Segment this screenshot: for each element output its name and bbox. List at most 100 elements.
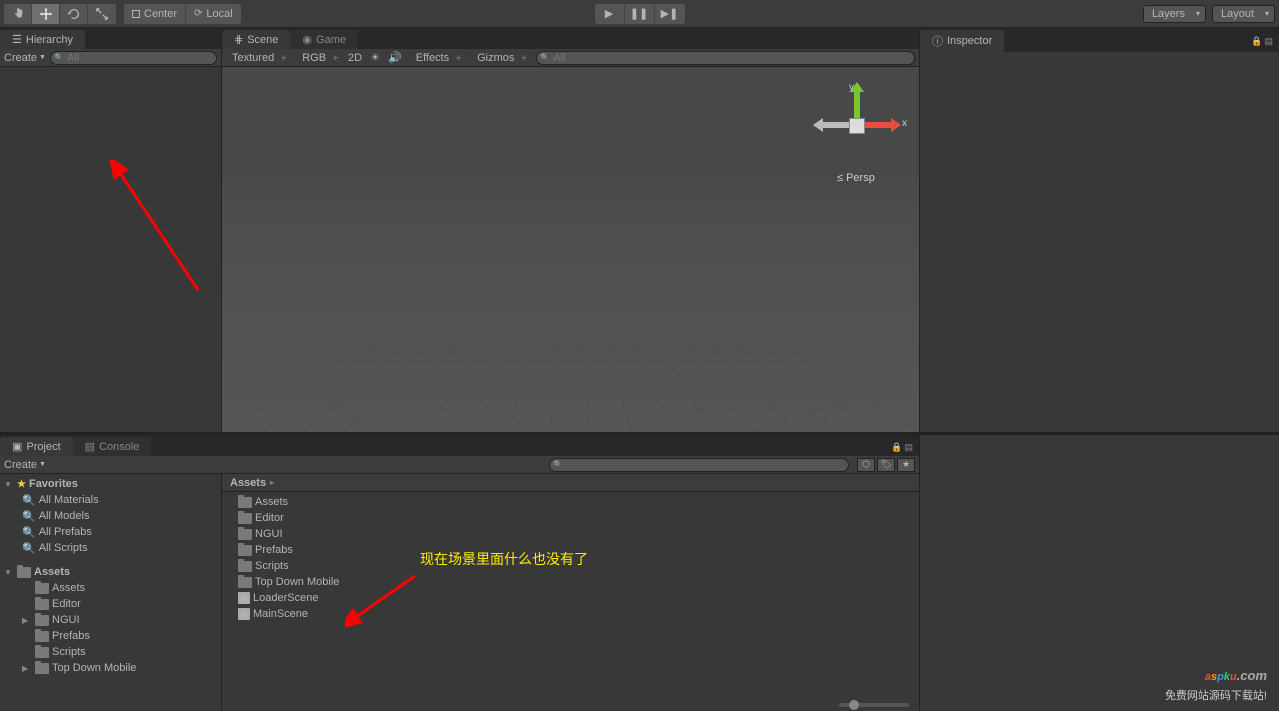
inspector-tab[interactable]: ⓘInspector — [920, 30, 1004, 52]
shading-mode[interactable]: Textured — [226, 51, 288, 65]
game-icon: ◉ — [302, 33, 312, 46]
zoom-slider[interactable] — [839, 703, 909, 707]
hierarchy-content[interactable] — [0, 67, 221, 432]
menu-icon[interactable]: ▤ — [904, 442, 913, 452]
console-tab[interactable]: ▤Console — [73, 437, 152, 456]
pause-button[interactable]: ❚❚ — [625, 4, 655, 24]
folder-item[interactable]: Prefabs — [222, 542, 919, 558]
project-panel: ▣Project ▤Console 🔒▤ Create ▼ ⬡ 🏷 ★ ▼★Fa… — [0, 435, 919, 711]
folder-item[interactable]: Prefabs — [0, 628, 221, 644]
search-icon: 🔍 — [22, 494, 36, 507]
favorites-header[interactable]: ▼★Favorites — [0, 476, 221, 492]
folder-icon — [238, 577, 252, 588]
audio-icon[interactable]: 🔊 — [388, 51, 402, 64]
project-tree[interactable]: ▼★Favorites 🔍All Materials🔍All Models🔍Al… — [0, 474, 222, 711]
scene-panel: ⋕Scene ◉Game Textured RGB 2D ☀ 🔊 Effects… — [222, 28, 919, 432]
folder-icon — [35, 631, 49, 642]
hierarchy-panel: ☰Hierarchy Create ▼ — [0, 28, 222, 432]
mode-2d[interactable]: 2D — [348, 52, 362, 64]
favorite-item[interactable]: 🔍All Prefabs — [0, 524, 221, 540]
folder-item[interactable]: ▶NGUI — [0, 612, 221, 628]
folder-item[interactable]: Assets — [222, 494, 919, 510]
pivot-controls: Center ⟳Local — [124, 4, 241, 24]
hierarchy-icon: ☰ — [12, 33, 22, 46]
folder-icon — [238, 561, 252, 572]
folder-item[interactable]: ▶Top Down Mobile — [0, 660, 221, 676]
star-icon[interactable]: ★ — [897, 458, 915, 472]
project-search[interactable] — [549, 458, 849, 472]
label-icon[interactable]: 🏷 — [877, 458, 895, 472]
project-icon: ▣ — [12, 440, 22, 453]
folder-item[interactable]: Editor — [222, 510, 919, 526]
folder-icon — [35, 615, 49, 626]
search-icon: 🔍 — [22, 526, 36, 539]
folder-item[interactable]: Scripts — [0, 644, 221, 660]
scene-tab[interactable]: ⋕Scene — [222, 30, 290, 49]
folder-icon — [35, 663, 49, 674]
play-button[interactable]: ▶ — [595, 4, 625, 24]
folder-icon — [35, 647, 49, 658]
asset-list[interactable]: AssetsEditorNGUIPrefabsScriptsTop Down M… — [222, 492, 919, 711]
pivot-local[interactable]: ⟳Local — [186, 4, 241, 24]
persp-label[interactable]: ≤ Persp — [837, 172, 875, 184]
favorite-item[interactable]: 🔍All Materials — [0, 492, 221, 508]
folder-icon — [17, 567, 31, 578]
folder-icon — [238, 497, 252, 508]
main-toolbar: Center ⟳Local ▶ ❚❚ ▶❚ Layers Layout — [0, 0, 1279, 28]
folder-item[interactable]: Assets — [0, 580, 221, 596]
lock-icon[interactable]: 🔒 — [1251, 36, 1262, 46]
scene-item[interactable]: ◈LoaderScene — [222, 590, 919, 606]
layers-dropdown[interactable]: Layers — [1143, 5, 1206, 23]
favorite-item[interactable]: 🔍All Scripts — [0, 540, 221, 556]
info-icon: ⓘ — [932, 33, 943, 49]
watermark: aspku.com 免费网站源码下载站! — [1165, 655, 1267, 703]
folder-icon — [35, 599, 49, 610]
scene-item[interactable]: ◈MainScene — [222, 606, 919, 622]
render-mode[interactable]: RGB — [296, 51, 340, 65]
move-tool[interactable] — [32, 4, 60, 24]
unity-scene-icon: ◈ — [238, 608, 250, 620]
scene-icon: ⋕ — [234, 33, 243, 46]
scene-viewport[interactable]: y x ≤ Persp — [222, 67, 919, 432]
scale-tool[interactable] — [88, 4, 116, 24]
light-icon[interactable]: ☀ — [370, 51, 380, 64]
unity-scene-icon: ◈ — [238, 592, 250, 604]
gizmos-dropdown[interactable]: Gizmos — [471, 51, 528, 65]
pivot-center[interactable]: Center — [124, 4, 186, 24]
project-tab[interactable]: ▣Project — [0, 437, 73, 456]
game-tab[interactable]: ◉Game — [290, 30, 358, 49]
axis-x-label: x — [902, 118, 907, 129]
menu-icon[interactable]: ▤ — [1264, 36, 1273, 46]
folder-icon — [238, 545, 252, 556]
play-controls: ▶ ❚❚ ▶❚ — [595, 4, 685, 24]
folder-item[interactable]: Editor — [0, 596, 221, 612]
inspector-panel: ⓘInspector 🔒▤ — [919, 28, 1279, 432]
hierarchy-create[interactable]: Create ▼ — [4, 52, 46, 64]
folder-icon — [238, 513, 252, 524]
project-create[interactable]: Create ▼ — [4, 459, 46, 471]
folder-icon — [35, 583, 49, 594]
search-icon: 🔍 — [22, 510, 36, 523]
search-icon: 🔍 — [22, 542, 36, 555]
folder-icon — [238, 529, 252, 540]
transform-tools — [4, 4, 116, 24]
hierarchy-search[interactable] — [50, 51, 217, 65]
scene-search[interactable] — [536, 51, 915, 65]
hierarchy-tab[interactable]: ☰Hierarchy — [0, 30, 85, 49]
folder-item[interactable]: Scripts — [222, 558, 919, 574]
favorite-item[interactable]: 🔍All Models — [0, 508, 221, 524]
lock-icon[interactable]: 🔒 — [891, 442, 902, 452]
filter-icon[interactable]: ⬡ — [857, 458, 875, 472]
folder-item[interactable]: NGUI — [222, 526, 919, 542]
hand-tool[interactable] — [4, 4, 32, 24]
console-icon: ▤ — [85, 440, 95, 453]
orientation-gizmo[interactable]: y x ≤ Persp — [819, 82, 899, 192]
breadcrumb[interactable]: Assets▸ — [222, 474, 919, 492]
folder-item[interactable]: Top Down Mobile — [222, 574, 919, 590]
effects-dropdown[interactable]: Effects — [410, 51, 463, 65]
toolbar-right: Layers Layout — [1143, 5, 1275, 23]
step-button[interactable]: ▶❚ — [655, 4, 685, 24]
rotate-tool[interactable] — [60, 4, 88, 24]
layout-dropdown[interactable]: Layout — [1212, 5, 1275, 23]
assets-header[interactable]: ▼Assets — [0, 564, 221, 580]
